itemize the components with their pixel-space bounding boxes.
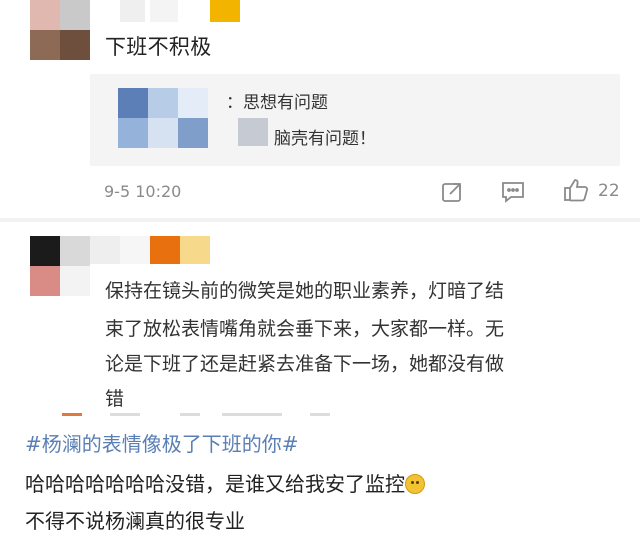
share-icon[interactable]	[440, 180, 464, 204]
avatar-blurred-2[interactable]	[30, 236, 90, 296]
timestamp: 9-5 10:20	[104, 182, 182, 201]
reply-avatar-blurred	[118, 88, 208, 148]
comment-icon[interactable]	[500, 180, 526, 204]
comment-divider	[0, 218, 640, 222]
cropped-row	[310, 413, 330, 416]
cropped-row	[180, 413, 200, 416]
comment-2-line-2: 束了放松表情嘴角就会垂下来，大家都一样。无	[105, 318, 505, 340]
username-blurred-2[interactable]	[90, 236, 220, 264]
like-count: 22	[598, 181, 620, 201]
caption-line-2: 不得不说杨澜真的很专业	[25, 509, 245, 533]
cropped-row	[222, 413, 282, 416]
hashtag-link[interactable]: #杨澜的表情像极了下班的你#	[25, 428, 299, 457]
caption-line-1: 哈哈哈哈哈哈哈没错，是谁又给我安了监控	[25, 468, 425, 497]
reply-text-2: 脑壳有问题！	[274, 129, 376, 149]
comment-2-line-4: 错	[105, 388, 125, 410]
avatar-blurred[interactable]	[30, 0, 90, 60]
reply-box[interactable]: ：思想有问题 脑壳有问题！	[90, 74, 620, 166]
reply-username-blurred	[238, 118, 268, 146]
username-blurred[interactable]	[120, 0, 240, 22]
cropped-row	[62, 413, 82, 416]
doge-emoji-icon	[405, 474, 425, 494]
comment-text: 下班不积极	[105, 35, 212, 59]
reply-text-1: ：思想有问题	[226, 93, 328, 113]
comment-2-line-1: 保持在镜头前的微笑是她的职业素养，灯暗了结	[105, 280, 505, 302]
cropped-row	[110, 413, 140, 416]
comment-2-line-3: 论是下班了还是赶紧去准备下一场，她都没有做	[105, 353, 505, 375]
caption-line-1-text: 哈哈哈哈哈哈哈没错，是谁又给我安了监控	[25, 472, 405, 496]
thumbs-up-icon[interactable]	[562, 176, 590, 204]
